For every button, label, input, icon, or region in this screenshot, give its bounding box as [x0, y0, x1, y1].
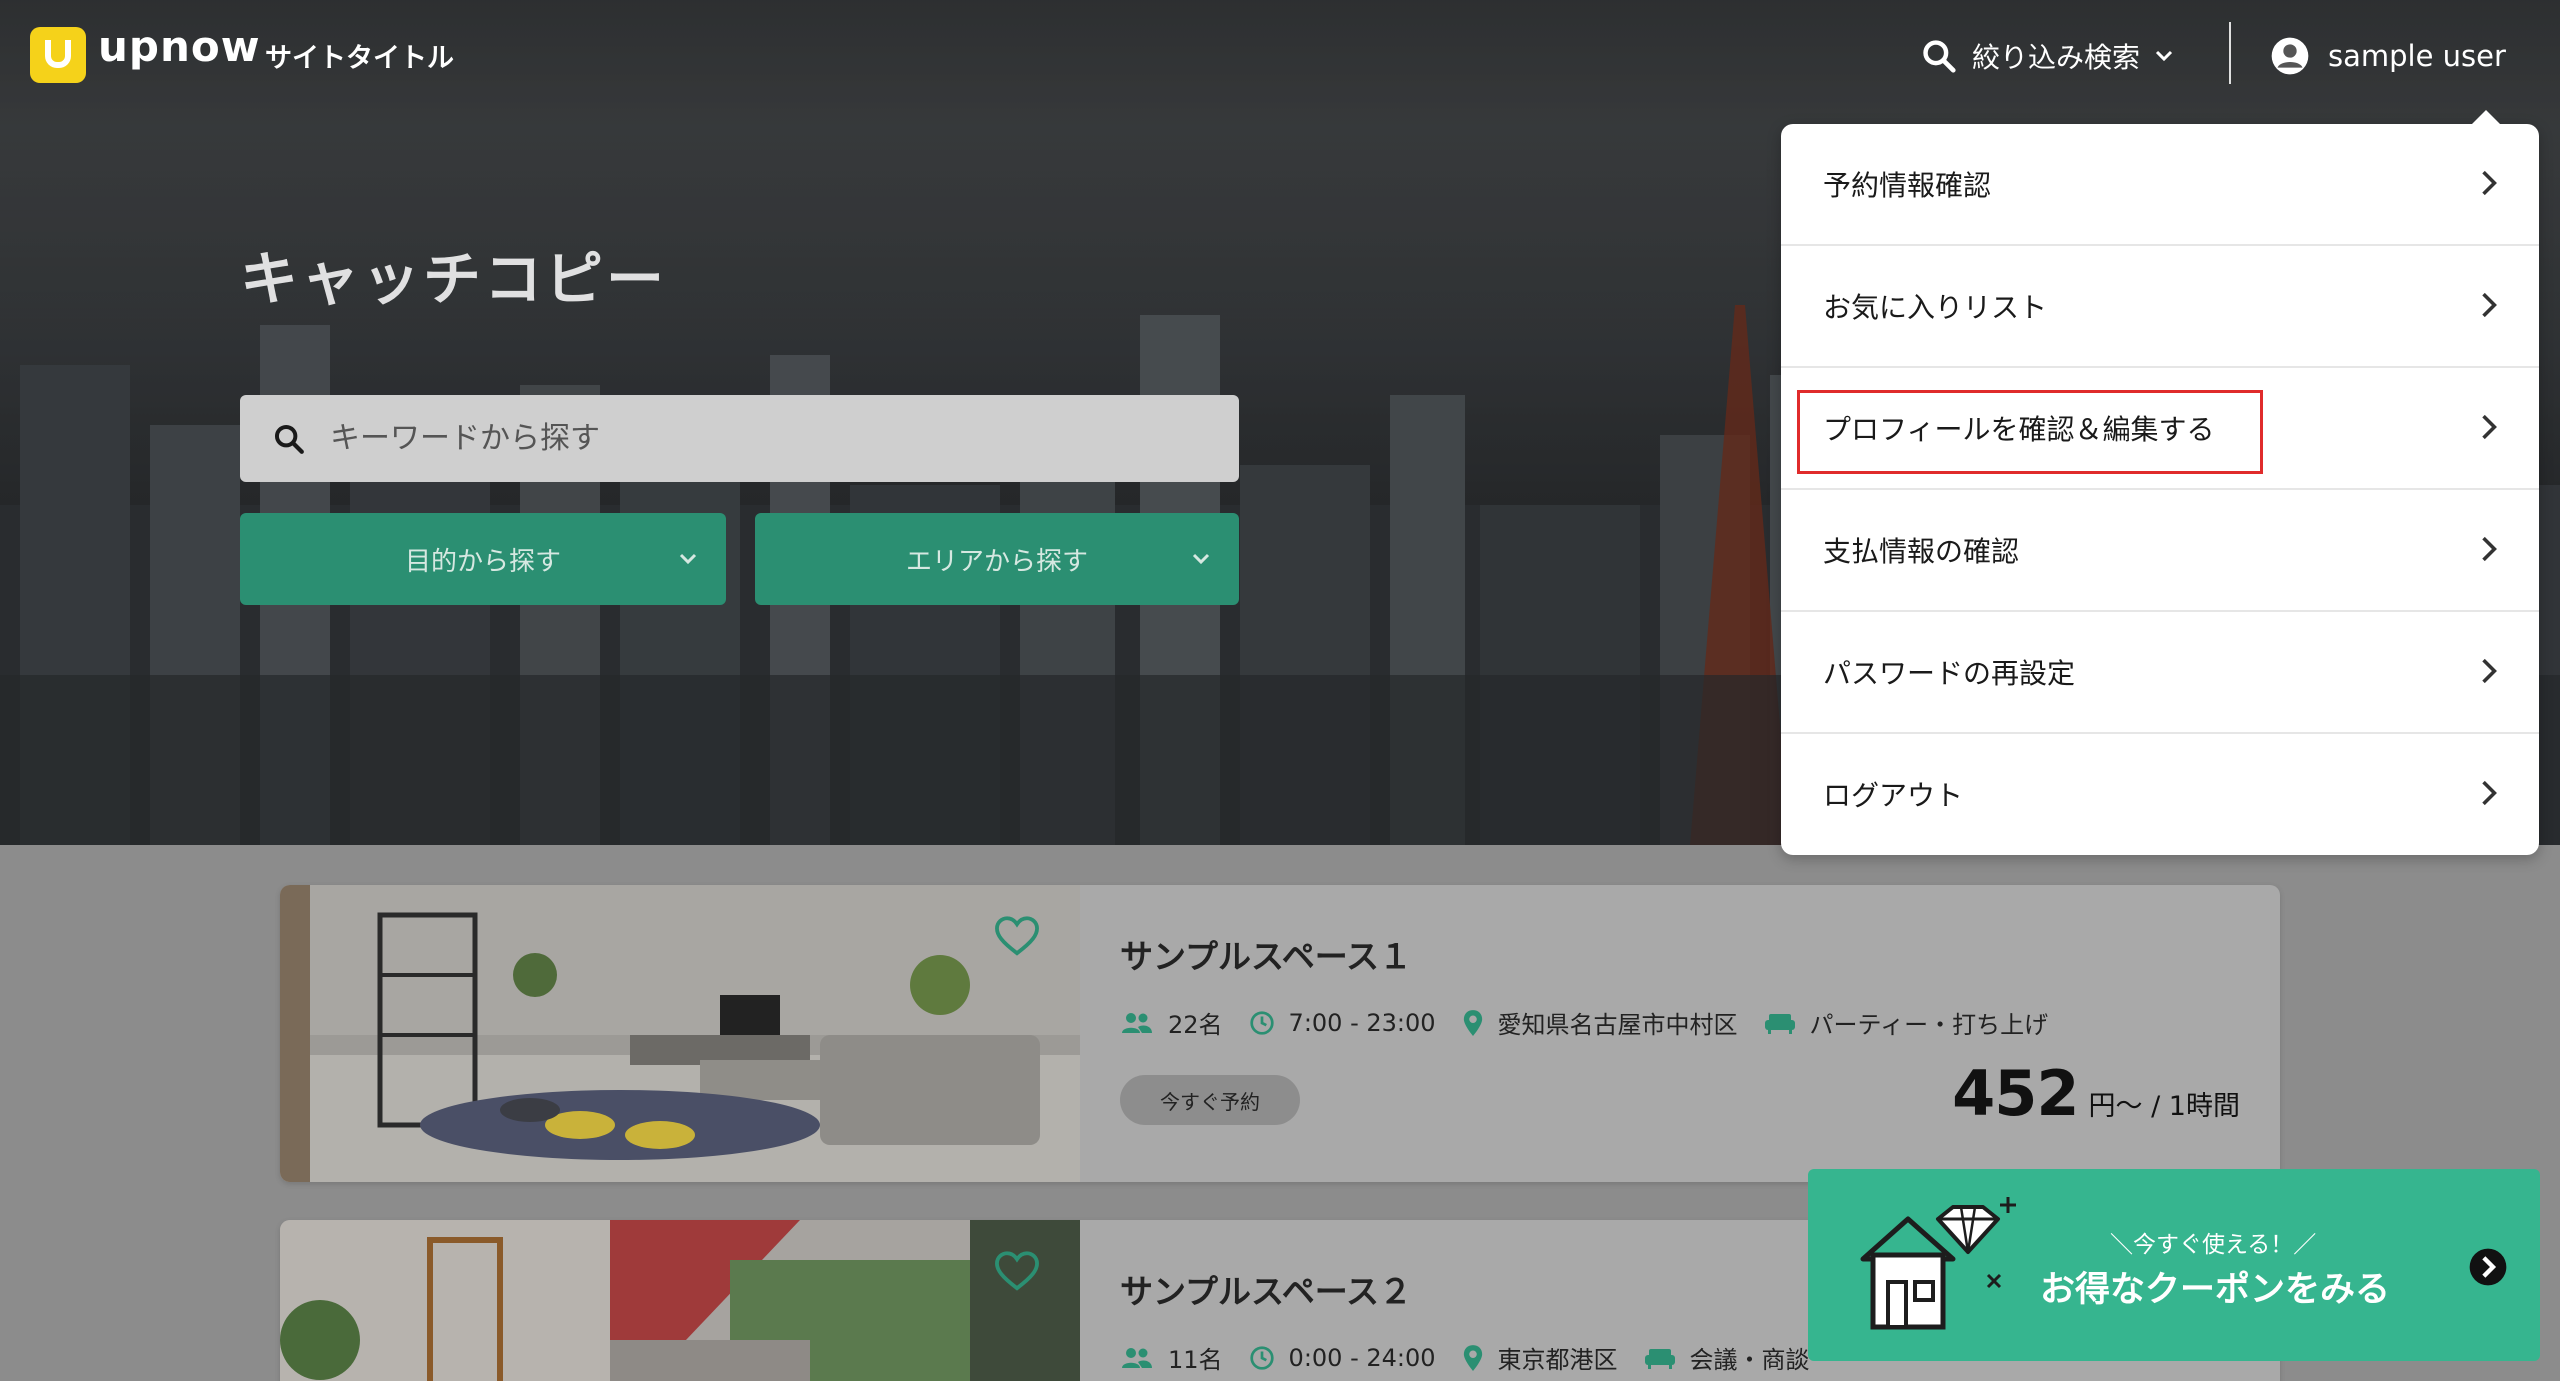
purpose-info: パーティー・打ち上げ [1764, 1005, 2049, 1040]
chevron-down-icon [679, 553, 697, 565]
chevron-right-icon [2482, 536, 2497, 562]
menu-item-logout[interactable]: ログアウト [1781, 734, 2539, 855]
hours-text: 0:00 - 24:00 [1288, 1343, 1436, 1372]
listing-card[interactable]: サンプルスペース１ 22名 7:00 - 23:00 愛知県名古屋市中村区 パー… [280, 885, 2280, 1182]
filter-search-label: 絞り込み検索 [1972, 41, 2141, 74]
user-dropdown-menu: 予約情報確認 お気に入りリスト プロフィールを確認＆編集する 支払情報の確認 パ… [1781, 110, 2539, 855]
chevron-right-icon [2482, 414, 2497, 440]
location-pin-icon [1463, 1009, 1482, 1036]
house-diamond-icon [1860, 1197, 2016, 1330]
site-title[interactable]: サイトタイトル [265, 36, 454, 75]
listing-meta: 11名 0:00 - 24:00 東京都港区 会議・商談 [1120, 1340, 1836, 1375]
keyword-search-input[interactable] [330, 421, 1150, 456]
user-menu-button[interactable]: sample user [2270, 28, 2506, 84]
hours-text: 7:00 - 23:00 [1288, 1008, 1436, 1037]
coupon-label: お得なクーポンをみる [2040, 1270, 2391, 1310]
capacity-info: 11名 [1120, 1340, 1223, 1375]
purpose-text: パーティー・打ち上げ [1809, 1011, 2049, 1039]
reserve-now-button[interactable]: 今すぐ予約 [1120, 1075, 1300, 1125]
location-info: 愛知県名古屋市中村区 [1462, 1005, 1738, 1040]
space-photo[interactable] [280, 885, 1080, 1182]
catch-copy: キャッチコピー [240, 245, 668, 313]
keyword-search-box[interactable] [240, 395, 1239, 482]
purpose-select-label: 目的から探す [404, 546, 561, 577]
logo-text[interactable]: upnow [98, 22, 261, 71]
purpose-select[interactable]: 目的から探す [240, 513, 726, 605]
menu-item-payment[interactable]: 支払情報の確認 [1781, 490, 2539, 612]
clock-icon [1249, 1010, 1274, 1035]
purpose-info: 会議・商談 [1644, 1340, 1810, 1375]
price-value: 452 [1952, 1057, 2079, 1130]
user-name: sample user [2328, 39, 2506, 73]
space-photo[interactable] [280, 1220, 1080, 1381]
hours-info: 7:00 - 23:00 [1249, 1009, 1436, 1037]
menu-item-label: プロフィールを確認＆編集する [1823, 413, 2215, 446]
coupon-banner[interactable]: ＼今すぐ使える！／ お得なクーポンをみる [1808, 1169, 2540, 1361]
header-divider [2229, 22, 2231, 84]
menu-item-favorites[interactable]: お気に入りリスト [1781, 246, 2539, 368]
people-icon [1122, 1012, 1152, 1033]
listing-title[interactable]: サンプルスペース１ [1120, 930, 1412, 978]
menu-item-label: ログアウト [1823, 779, 1964, 812]
search-icon [1923, 40, 1956, 73]
menu-item-password-reset[interactable]: パスワードの再設定 [1781, 612, 2539, 734]
listing-title[interactable]: サンプルスペース２ [1120, 1265, 1412, 1313]
chevron-down-icon [1192, 553, 1210, 565]
chevron-right-icon [2482, 780, 2497, 806]
favorite-heart-icon[interactable] [994, 915, 1040, 957]
capacity-info: 22名 [1120, 1005, 1223, 1040]
menu-item-label: お気に入りリスト [1823, 291, 2048, 324]
sofa-icon [1644, 1348, 1675, 1369]
price: 452 円〜 / 1時間 [1952, 1057, 2240, 1130]
price-unit: 円〜 / 1時間 [2088, 1091, 2240, 1122]
site-header: upnow サイトタイトル 絞り込み検索 sample user [0, 0, 2560, 110]
listing-meta: 22名 7:00 - 23:00 愛知県名古屋市中村区 パーティー・打ち上げ [1120, 1005, 2074, 1040]
clock-icon [1249, 1345, 1274, 1370]
menu-item-label: 支払情報の確認 [1823, 535, 2020, 568]
location-text: 東京都港区 [1497, 1346, 1618, 1374]
area-select[interactable]: エリアから探す [755, 513, 1239, 605]
menu-item-label: パスワードの再設定 [1823, 657, 2076, 690]
menu-item-profile[interactable]: プロフィールを確認＆編集する [1781, 368, 2539, 490]
location-pin-icon [1463, 1344, 1482, 1371]
arrow-right-circle-icon[interactable] [2468, 1247, 2508, 1287]
chevron-right-icon [2482, 658, 2497, 684]
menu-item-reservations[interactable]: 予約情報確認 [1781, 124, 2539, 246]
sofa-icon [1764, 1013, 1795, 1034]
user-avatar-icon [2271, 37, 2309, 75]
area-select-label: エリアから探す [905, 546, 1088, 577]
coupon-tagline: ＼今すぐ使える！／ [2110, 1232, 2317, 1258]
chevron-down-icon [2155, 50, 2173, 62]
logo-icon[interactable] [30, 27, 86, 83]
purpose-text: 会議・商談 [1689, 1346, 1810, 1374]
hours-info: 0:00 - 24:00 [1249, 1344, 1436, 1372]
chevron-right-icon [2482, 292, 2497, 318]
filter-search-button[interactable]: 絞り込み検索 [1920, 28, 2176, 84]
chevron-right-icon [2482, 170, 2497, 196]
location-info: 東京都港区 [1462, 1340, 1618, 1375]
menu-item-label: 予約情報確認 [1823, 169, 1992, 202]
location-text: 愛知県名古屋市中村区 [1497, 1011, 1738, 1039]
capacity-text: 11名 [1168, 1346, 1223, 1374]
people-icon [1122, 1347, 1152, 1368]
search-icon [274, 424, 304, 454]
favorite-heart-icon[interactable] [994, 1250, 1040, 1292]
capacity-text: 22名 [1168, 1011, 1223, 1039]
